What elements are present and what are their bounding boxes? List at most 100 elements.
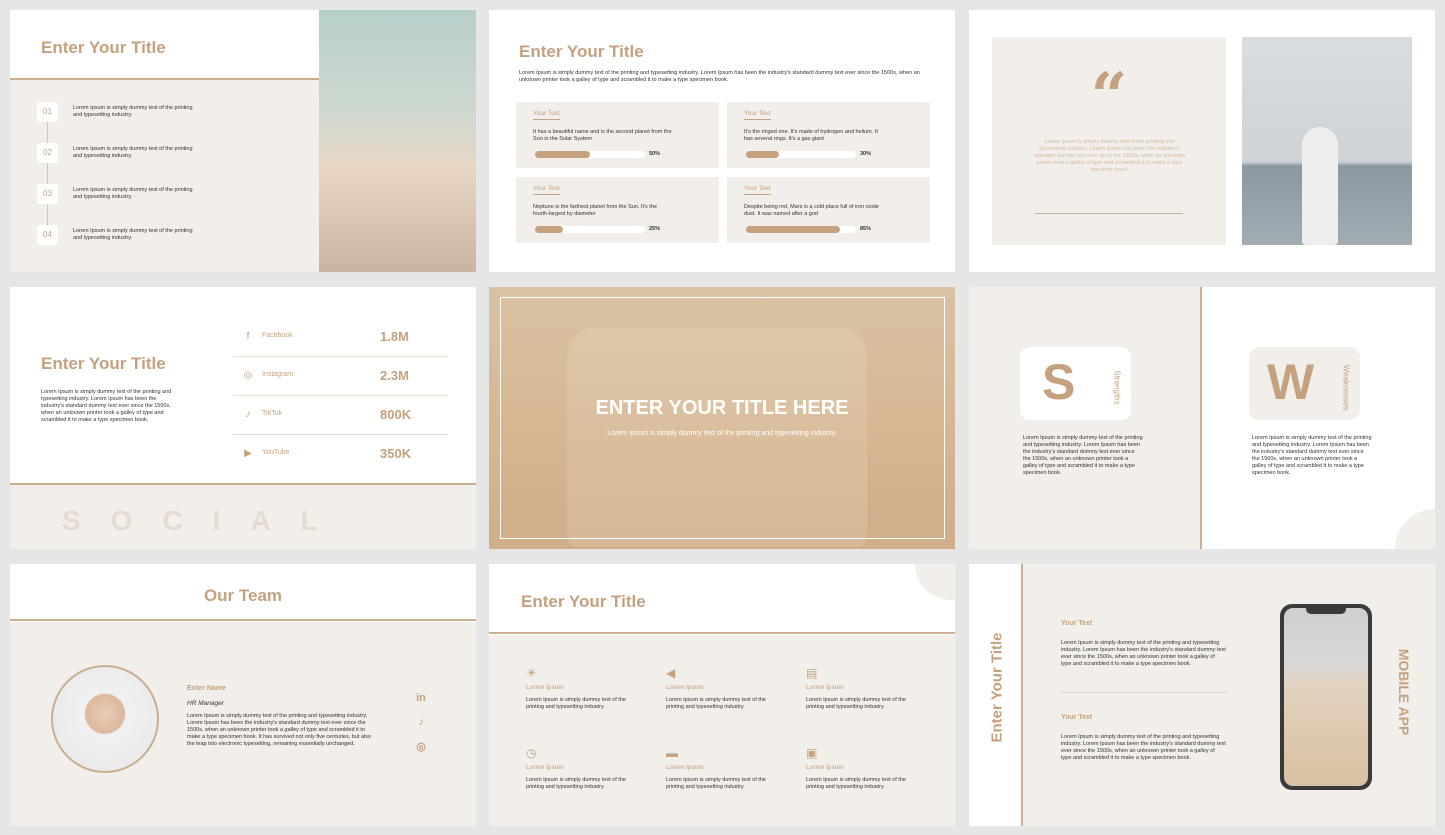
progress-percent: 25% (649, 226, 661, 232)
social-row-instagram: ◎ Instagram 2.3M (232, 357, 448, 396)
slide-mobile-app[interactable]: Enter Your Title Your Text Lorem Ipsum i… (969, 564, 1435, 826)
tiktok-icon: ♪ (245, 409, 251, 420)
weaknesses-text: Lorem Ipsum is simply dummy text of the … (1252, 435, 1372, 476)
item-title: Your Text (1061, 620, 1093, 627)
feature-text: Lorem Ipsum is simply dummy text of the … (806, 697, 906, 710)
progress-track (746, 151, 856, 158)
progress-percent: 50% (649, 151, 661, 157)
feature-text: Lorem Ipsum is simply dummy text of the … (666, 697, 766, 710)
member-role: HR Manager (187, 700, 224, 707)
side-panel: Enter Your Title (969, 564, 1023, 826)
facebook-icon: f (246, 331, 250, 342)
progress-fill (746, 151, 779, 158)
progress-card: Your Text It's the ringed one. It's made… (727, 102, 930, 168)
weaknesses-label: Weaknesses (1341, 364, 1351, 411)
presentation-chart-icon: ▣ (806, 746, 818, 760)
feature-item: ☀ Lorem Ipsum Lorem Ipsum is simply dumm… (526, 666, 636, 711)
mobile-app-label: MOBILE APP (1396, 648, 1412, 736)
progress-fill (535, 226, 563, 233)
slide-cover[interactable]: ENTER YOUR TITLE HERE Lorem Ipsum is sim… (489, 287, 955, 549)
social-value: 1.8M (380, 329, 409, 344)
strengths-letter: S (1042, 354, 1076, 410)
slide-team[interactable]: Our Team Enter Name HR Manager Lorem Ips… (10, 564, 476, 826)
feature-text: Lorem Ipsum is simply dummy text of the … (666, 777, 766, 790)
slide-quote[interactable]: “ Lorem Ipsum is simply dummy text of th… (969, 10, 1435, 272)
strengths-label: Strengths (1112, 370, 1122, 405)
phone-screen-photo (1284, 608, 1368, 786)
social-row-facebook: f Facebook 1.8M (232, 318, 448, 357)
cover-title: ENTER YOUR TITLE HERE (595, 397, 849, 419)
description: Lorem Ipsum is simply dummy text of the … (41, 389, 172, 423)
slide-features[interactable]: Enter Your Title ☀ Lorem Ipsum Lorem Ips… (489, 564, 955, 826)
instagram-icon: ◎ (243, 370, 253, 381)
progress-percent: 30% (860, 151, 872, 157)
quote-text: Lorem Ipsum is simply dummy text of the … (1033, 139, 1186, 173)
slide-title: Enter Your Title (41, 354, 166, 373)
social-row-youtube: ▶ YouTube 350K (232, 435, 448, 474)
content-area (489, 635, 955, 826)
truck-icon: ▬ (666, 746, 678, 760)
woman-flowers-photo (319, 10, 476, 272)
woman-beach-photo (1242, 37, 1412, 245)
feature-item: ▣ Lorem Ipsum Lorem Ipsum is simply dumm… (806, 746, 916, 791)
member-bio: Lorem Ipsum is simply dummy text of the … (187, 713, 372, 747)
slide-title: Enter Your Title (519, 42, 644, 61)
feature-item: ▬ Lorem Ipsum Lorem Ipsum is simply dumm… (666, 746, 776, 791)
slide-social[interactable]: Enter Your Title Lorem Ipsum is simply d… (10, 287, 476, 549)
feature-label: Lorem Ipsum (526, 765, 564, 771)
step-text: Lorem Ipsum is simply dummy text of the … (73, 187, 193, 200)
item-title: Your Text (1061, 714, 1093, 721)
progress-track (535, 226, 645, 233)
tiktok-icon[interactable]: ♪ (414, 716, 428, 730)
vertical-title: Enter Your Title (988, 632, 1006, 743)
feature-item: ◷ Lorem Ipsum Lorem Ipsum is simply dumm… (526, 746, 636, 791)
phone-notch (1306, 608, 1346, 614)
decorative-circle (1395, 509, 1435, 549)
feature-label: Lorem Ipsum (806, 685, 844, 691)
linkedin-icon[interactable]: in (414, 692, 428, 706)
bottom-band: SOCIAL (10, 483, 476, 549)
progress-card: Your Text Neptune is the farthest planet… (516, 177, 719, 243)
step-text: Lorem Ipsum is simply dummy text of the … (73, 228, 193, 241)
strengths-card: S Strengths (1020, 347, 1131, 420)
lightbulb-icon: ☀ (526, 666, 537, 680)
social-value: 2.3M (380, 368, 409, 383)
phone-mockup (1280, 604, 1372, 790)
step-number: 02 (37, 143, 58, 163)
card-text: It's the ringed one. It's made of hydrog… (744, 129, 878, 142)
progress-card: Your Text Despite being red, Mars is a c… (727, 177, 930, 243)
intro-text: Lorem Ipsum is simply dummy text of the … (519, 70, 920, 83)
progress-fill (746, 226, 840, 233)
feature-label: Lorem Ipsum (666, 765, 704, 771)
item-text: Lorem Ipsum is simply dummy text of the … (1061, 734, 1226, 761)
social-name: YouTube (262, 449, 290, 456)
slide-progress[interactable]: Enter Your Title Lorem Ipsum is simply d… (489, 10, 955, 272)
progress-fill (535, 151, 590, 158)
clock-icon: ◷ (526, 746, 537, 760)
step-text: Lorem Ipsum is simply dummy text of the … (73, 146, 193, 159)
social-value: 800K (380, 407, 412, 422)
slide-timeline[interactable]: Enter Your Title 01 Lorem Ipsum is simpl… (10, 10, 476, 272)
step-number: 01 (37, 102, 58, 122)
step-text: Lorem Ipsum is simply dummy text of the … (73, 105, 193, 118)
slide-swot[interactable]: S Strengths Lorem Ipsum is simply dummy … (969, 287, 1435, 549)
feature-item: ▤ Lorem Ipsum Lorem Ipsum is simply dumm… (806, 666, 916, 711)
social-name: Instagram (262, 371, 294, 378)
feature-label: Lorem Ipsum (526, 685, 564, 691)
quote-divider (1035, 213, 1183, 214)
feature-text: Lorem Ipsum is simply dummy text of the … (526, 697, 626, 710)
weaknesses-letter: W (1267, 354, 1315, 410)
instagram-icon[interactable]: ◎ (414, 740, 428, 754)
item-text: Lorem Ipsum is simply dummy text of the … (1061, 640, 1226, 667)
feature-label: Lorem Ipsum (666, 685, 704, 691)
feature-label: Lorem Ipsum (806, 765, 844, 771)
megaphone-icon: ◀ (666, 666, 676, 680)
step-number: 04 (37, 225, 58, 245)
quote-box: “ Lorem Ipsum is simply dummy text of th… (992, 37, 1226, 245)
feature-text: Lorem Ipsum is simply dummy text of the … (526, 777, 626, 790)
store-icon: ▤ (806, 666, 818, 680)
card-text: Despite being red, Mars is a cold place … (744, 204, 879, 217)
divider (1061, 692, 1227, 693)
quote-mark-icon: “ (1090, 59, 1128, 134)
feature-text: Lorem Ipsum is simply dummy text of the … (806, 777, 906, 790)
